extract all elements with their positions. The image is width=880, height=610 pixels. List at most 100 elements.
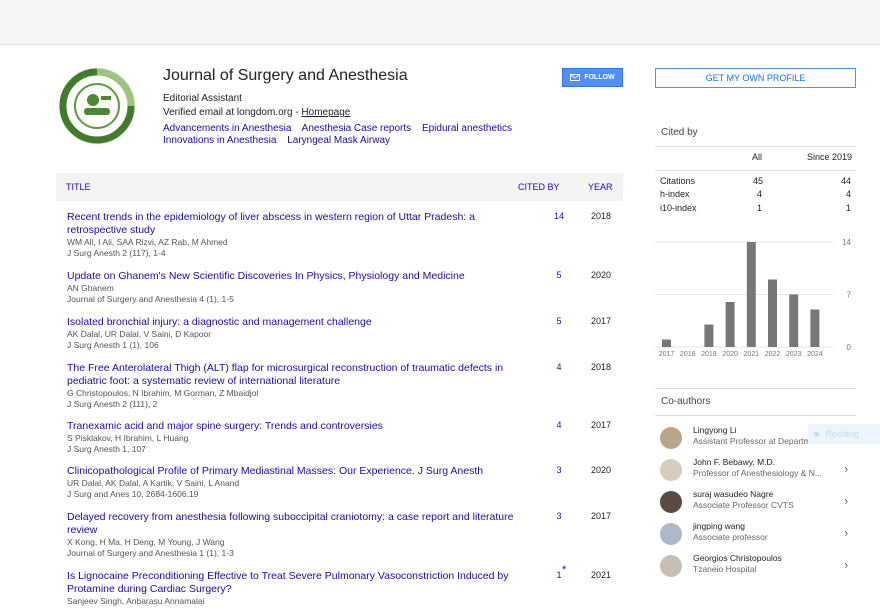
- chart-bar[interactable]: [704, 324, 714, 348]
- chevron-right-icon[interactable]: ›: [844, 525, 848, 540]
- article-title[interactable]: Isolated bronchial injury: a diagnostic …: [67, 316, 517, 329]
- col-all: All: [752, 152, 763, 162]
- coauthor-affiliation: Associate Professor CVTS: [693, 500, 794, 510]
- article-title[interactable]: Clinicopathological Profile of Primary M…: [67, 465, 517, 478]
- coauthors-heading: Co-authors: [661, 396, 711, 407]
- interest-link[interactable]: Epidural anesthetics: [422, 123, 512, 134]
- coauthor-name[interactable]: John F. Bebawy, M.D.: [693, 457, 775, 467]
- chevron-right-icon[interactable]: ›: [844, 461, 848, 476]
- article-title[interactable]: Update on Ghanem's New Scientific Discov…: [67, 270, 517, 283]
- avatar: [660, 555, 682, 577]
- cited-by-count[interactable]: 5: [549, 270, 569, 280]
- metric-since: 44: [840, 176, 851, 186]
- chart-bar[interactable]: [725, 302, 735, 347]
- table-header: TITLE CITED BY YEAR: [56, 173, 623, 201]
- article-title[interactable]: The Free Anterolateral Thigh (ALT) flap …: [67, 362, 517, 388]
- cited-by-count[interactable]: 3: [549, 465, 569, 475]
- coauthor-item[interactable]: John F. Bebawy, M.D. Professor of Anesth…: [660, 457, 860, 485]
- metric-since: 4: [845, 189, 851, 199]
- article-authors: G Christopoulos, N Ibrahim, M Gorman, Z …: [67, 388, 259, 398]
- table-row: The Free Anterolateral Thigh (ALT) flap …: [67, 362, 622, 410]
- article-year: 2017: [591, 420, 612, 430]
- chart-bar[interactable]: [810, 309, 820, 348]
- article-venue: Journal of Surgery and Anesthesia 4 (1),…: [67, 294, 234, 304]
- article-venue: J Surg Anesth 2 (117), 1-4: [67, 248, 166, 258]
- article-year: 2020: [591, 270, 612, 280]
- cited-by-count[interactable]: 5: [549, 316, 569, 326]
- coauthor-name[interactable]: Lingyong Li: [693, 425, 736, 435]
- tooltip-text: Rectang: [825, 429, 859, 439]
- cited-by-count[interactable]: 4: [549, 362, 569, 372]
- article-venue: J Surg and Anes 10, 2684-1606.19: [67, 489, 199, 499]
- chevron-right-icon[interactable]: ›: [844, 493, 848, 508]
- article-authors: AK Dalal, UR Dalal, V Saini, D Kapoor: [67, 329, 212, 339]
- metric-label: h-index: [660, 189, 690, 199]
- divider: [655, 170, 856, 171]
- metric-label: Citations: [660, 176, 696, 186]
- table-row: Is Lignocaine Preconditioning Effective …: [67, 564, 622, 607]
- verified-text: Verified email at longdom.org -: [163, 107, 302, 118]
- x-tick-label: 2020: [722, 351, 738, 358]
- coauthor-affiliation: Professor of Anesthesiology & N...: [693, 468, 822, 478]
- metric-since: 1: [845, 203, 851, 213]
- article-title[interactable]: Recent trends in the epidemiology of liv…: [67, 211, 517, 237]
- avatar: [660, 523, 682, 545]
- mail-icon: [570, 74, 581, 81]
- article-venue: J Surg Anesth 1 (1), 106: [67, 340, 159, 350]
- article-title[interactable]: Is Lignocaine Preconditioning Effective …: [67, 570, 517, 596]
- interest-link[interactable]: Laryngeal Mask Airway: [287, 135, 390, 146]
- coauthor-item[interactable]: jingping wang Associate professor ›: [660, 521, 860, 549]
- y-tick-label: 7: [847, 291, 852, 300]
- follow-button[interactable]: FOLLOW: [562, 68, 623, 87]
- homepage-link[interactable]: Homepage: [301, 107, 350, 118]
- chart-bar[interactable]: [789, 294, 799, 348]
- article-authors: X Kong, H Ma, H Deng, M Young, J Wang: [67, 537, 225, 547]
- interest-link[interactable]: Anesthesia Case reports: [302, 123, 412, 134]
- tooltip-icon: ■: [814, 429, 820, 439]
- cited-by-heading: Cited by: [661, 127, 698, 138]
- article-year: 2018: [591, 362, 612, 372]
- col-year[interactable]: YEAR: [588, 182, 613, 192]
- cited-by-count[interactable]: 14: [549, 211, 569, 221]
- get-my-own-profile-button[interactable]: GET MY OWN PROFILE: [655, 68, 856, 88]
- divider: [655, 415, 856, 416]
- table-row: Recent trends in the epidemiology of liv…: [67, 211, 622, 259]
- cited-by-count[interactable]: 3: [549, 511, 569, 521]
- article-authors: WM Ali, I Ali, SAA Rizvi, AZ Rab, M Ahme…: [67, 237, 228, 247]
- article-year: 2020: [591, 465, 612, 475]
- interest-link[interactable]: Advancements in Anesthesia: [163, 123, 291, 134]
- coauthor-name[interactable]: suraj wasudeo Nagre: [693, 489, 773, 499]
- x-tick-label: 2018: [680, 351, 696, 358]
- chevron-right-icon[interactable]: ›: [844, 557, 848, 572]
- tooltip: ■ Rectang: [808, 424, 880, 444]
- table-row: Clinicopathological Profile of Primary M…: [67, 465, 622, 500]
- coauthor-affiliation: Associate professor: [693, 532, 768, 542]
- x-tick-label: 2022: [765, 351, 781, 358]
- verified-email: Verified email at longdom.org - Homepage: [163, 107, 350, 118]
- chart-bar[interactable]: [768, 279, 777, 348]
- coauthor-item[interactable]: suraj wasudeo Nagre Associate Professor …: [660, 489, 860, 517]
- divider: [655, 146, 856, 147]
- article-year: 2017: [591, 511, 612, 521]
- metric-all: 45: [753, 176, 764, 186]
- article-venue: Journal of Surgery and Anesthesia 1 (1),…: [67, 548, 234, 558]
- chart-bar[interactable]: [746, 242, 756, 347]
- chart-bar[interactable]: [662, 339, 671, 348]
- y-tick-label: 14: [842, 238, 851, 247]
- interest-link[interactable]: Innovations in Anesthesia: [163, 135, 276, 146]
- cited-by-count[interactable]: 4: [549, 420, 569, 430]
- article-title[interactable]: Tranexamic acid and major spine surgery:…: [67, 420, 517, 433]
- coauthor-name[interactable]: Georgios Christopoulos: [693, 553, 782, 563]
- col-cited-by[interactable]: CITED BY: [518, 182, 560, 192]
- follow-label: FOLLOW: [584, 74, 615, 81]
- col-title[interactable]: TITLE: [66, 182, 91, 192]
- coauthor-name[interactable]: jingping wang: [693, 521, 745, 531]
- coauthor-item[interactable]: Georgios Christopoulos Tzaneio Hospital …: [660, 553, 860, 581]
- x-tick-label: 2024: [807, 351, 823, 358]
- metric-all: 4: [757, 189, 763, 199]
- avatar: [660, 459, 682, 481]
- article-title[interactable]: Delayed recovery from anesthesia followi…: [67, 511, 517, 537]
- citations-chart: 2017 2018 2019 2020 2021 2022 2023 2024 14 7 0: [655, 238, 852, 358]
- coauthor-affiliation: Tzaneio Hospital: [693, 564, 757, 574]
- journal-logo: [58, 67, 136, 145]
